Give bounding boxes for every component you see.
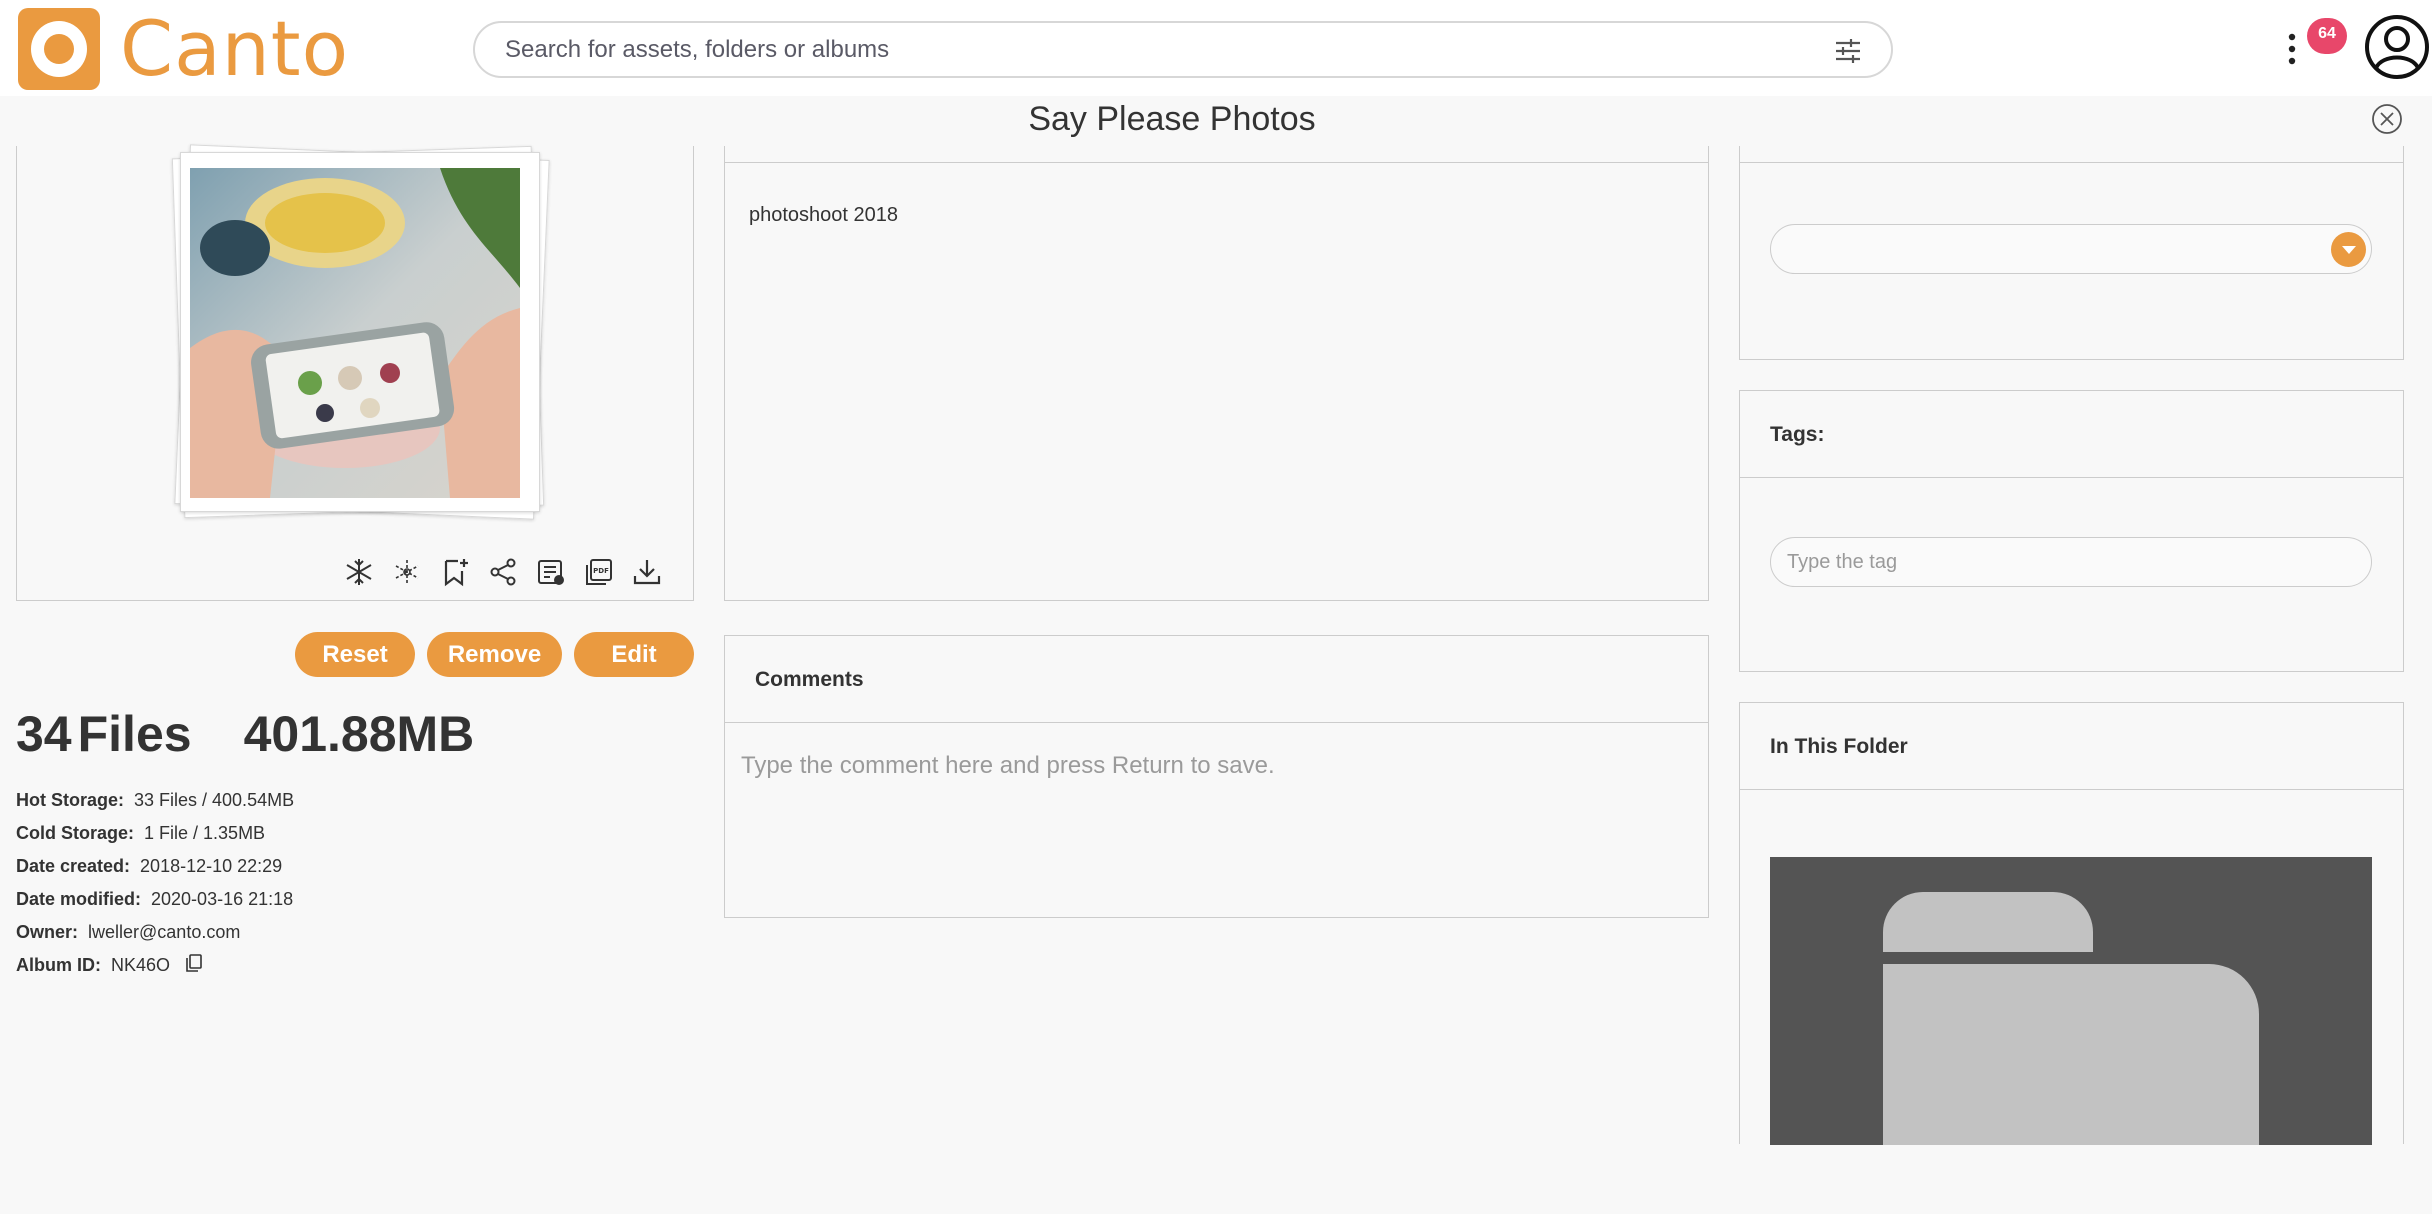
- album-totals: 34 Files 401.88MB: [16, 705, 474, 763]
- owner-row: Owner: lweller@canto.com: [16, 920, 294, 953]
- files-label: Files: [77, 706, 192, 762]
- album-cover-photo[interactable]: [190, 168, 520, 498]
- snowflake-icon[interactable]: [340, 554, 378, 590]
- remove-button[interactable]: Remove: [427, 632, 562, 677]
- date-modified-row: Date modified: 2020-03-16 21:18: [16, 887, 294, 920]
- date-created-row: Date created: 2018-12-10 22:29: [16, 854, 294, 887]
- download-icon[interactable]: [628, 554, 666, 590]
- cold-storage-value: 1 File / 1.35MB: [144, 823, 266, 843]
- tags-card: Tags:: [1739, 390, 2404, 672]
- date-created-value: 2018-12-10 22:29: [140, 856, 283, 876]
- album-id-label: Album ID:: [16, 955, 101, 975]
- category-card: [1739, 146, 2404, 360]
- album-metadata: Hot Storage: 33 Files / 400.54MB Cold Sto…: [16, 788, 294, 986]
- comments-card: Comments: [724, 635, 1709, 918]
- album-id-row: Album ID: NK46O: [16, 953, 294, 986]
- files-count: 34: [16, 706, 72, 762]
- folder-icon: [1883, 964, 2259, 1145]
- share-icon[interactable]: [484, 554, 522, 590]
- divider: [1740, 477, 2403, 478]
- folder-icon-tab: [1883, 892, 2093, 952]
- comments-heading: Comments: [755, 668, 864, 691]
- owner-label: Owner:: [16, 922, 79, 942]
- divider: [725, 722, 1708, 723]
- top-header: Canto 64: [0, 0, 2432, 96]
- search-input[interactable]: [505, 33, 1785, 67]
- cold-storage-row: Cold Storage: 1 File / 1.35MB: [16, 821, 294, 854]
- search-bar: [473, 21, 1893, 78]
- user-avatar-icon[interactable]: [2364, 14, 2430, 80]
- album-title: Say Please Photos: [1028, 100, 1316, 138]
- chevron-down-icon[interactable]: [2331, 232, 2366, 267]
- hot-storage-value: 33 Files / 400.54MB: [134, 790, 295, 810]
- total-size: 401.88MB: [243, 706, 475, 762]
- canto-logo-text: Canto: [120, 4, 350, 93]
- pdf-icon[interactable]: PDF: [580, 554, 618, 590]
- album-toolbar: PDF: [340, 554, 666, 590]
- copy-icon[interactable]: [185, 953, 203, 973]
- description-card: photoshoot 2018: [724, 146, 1709, 601]
- metadata-icon[interactable]: [532, 554, 570, 590]
- cold-storage-label: Cold Storage:: [16, 823, 135, 843]
- divider: [725, 162, 1708, 163]
- hot-storage-label: Hot Storage:: [16, 790, 124, 810]
- tag-input[interactable]: [1770, 537, 2372, 587]
- in-this-folder-heading: In This Folder: [1770, 735, 1908, 758]
- folder-thumbnail[interactable]: [1770, 857, 2372, 1145]
- bookmark-add-icon[interactable]: [436, 554, 474, 590]
- in-this-folder-card: In This Folder: [1739, 702, 2404, 1145]
- date-modified-value: 2020-03-16 21:18: [151, 889, 294, 909]
- owner-value: lweller@canto.com: [88, 922, 241, 942]
- tags-heading: Tags:: [1770, 423, 1825, 446]
- comment-input[interactable]: [741, 746, 1681, 786]
- divider: [1740, 789, 2403, 790]
- divider: [1740, 162, 2403, 163]
- edit-button[interactable]: Edit: [574, 632, 694, 677]
- hot-storage-row: Hot Storage: 33 Files / 400.54MB: [16, 788, 294, 821]
- canto-logo-mark: [18, 8, 100, 90]
- date-modified-label: Date modified:: [16, 889, 142, 909]
- album-description[interactable]: photoshoot 2018: [749, 204, 898, 227]
- thaw-icon[interactable]: [388, 554, 426, 590]
- notification-badge[interactable]: 64: [2307, 18, 2347, 54]
- filter-settings-icon[interactable]: [1833, 37, 1863, 65]
- canto-logo[interactable]: Canto: [18, 8, 349, 90]
- more-options-icon[interactable]: [2286, 32, 2298, 66]
- date-created-label: Date created:: [16, 856, 131, 876]
- close-icon[interactable]: [2371, 103, 2403, 135]
- svg-text:PDF: PDF: [593, 567, 609, 575]
- album-id-value: NK46O: [111, 955, 171, 975]
- reset-button[interactable]: Reset: [295, 632, 415, 677]
- category-select[interactable]: [1770, 224, 2372, 274]
